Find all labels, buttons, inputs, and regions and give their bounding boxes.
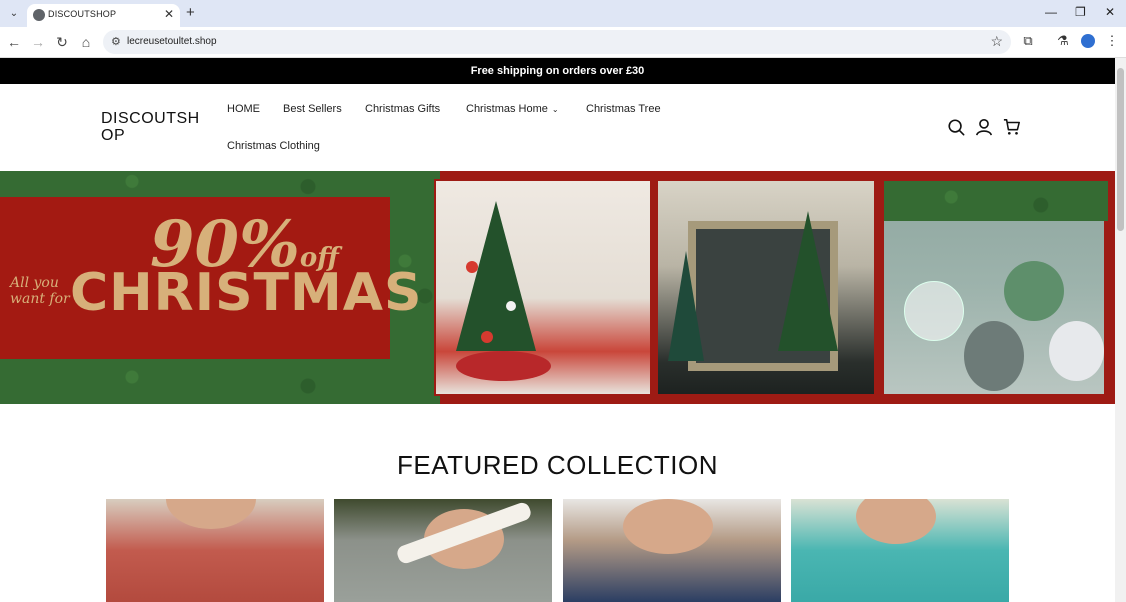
nav-home[interactable]: HOME (227, 103, 260, 115)
nav-christmas-tree[interactable]: Christmas Tree (586, 103, 661, 115)
ornament (466, 261, 478, 273)
ornament (964, 321, 1024, 391)
nav-christmas-home-label: Christmas Home (466, 103, 548, 115)
announcement-bar: Free shipping on orders over £30 (0, 58, 1115, 84)
new-tab-icon[interactable]: + (186, 4, 195, 21)
hero-photo-ornaments (882, 179, 1108, 396)
nav-best-sellers[interactable]: Best Sellers (283, 103, 342, 115)
url-text[interactable]: lecreusetoultet.shop (127, 36, 217, 47)
store-logo[interactable]: DISCOUTSHOP (101, 110, 206, 144)
browser-tab-bar: ⌄ DISCOUTSHOP ✕ + — ❐ ✕ (0, 0, 1126, 27)
nav-christmas-clothing[interactable]: Christmas Clothing (227, 140, 320, 152)
product-image (166, 499, 256, 529)
decor-tree (778, 211, 838, 351)
reload-icon[interactable]: ↻ (53, 34, 71, 51)
close-tab-icon[interactable]: ✕ (164, 7, 174, 21)
hero-banner[interactable]: 90%off CHRISTMAS All you want for (0, 171, 1115, 404)
product-card[interactable] (334, 499, 552, 602)
globe-icon (33, 9, 45, 21)
bookmark-star-icon[interactable]: ☆ (990, 33, 1003, 50)
tab-title: DISCOUTSHOP (48, 9, 117, 19)
browser-toolbar: ← → ↻ ⌂ ⚙ lecreusetoultet.shop ☆ ⧉ ⚗ ⋮ (0, 27, 1126, 58)
garland-top (0, 171, 440, 197)
scrollbar-thumb[interactable] (1117, 68, 1124, 231)
christmas-tree-graphic (456, 201, 536, 351)
hero-photo-mirror (656, 179, 876, 396)
home-icon[interactable]: ⌂ (77, 34, 95, 50)
search-icon[interactable] (947, 118, 965, 136)
nav-christmas-home[interactable]: Christmas Home ⌄ (466, 103, 559, 115)
featured-collection-title: FEATURED COLLECTION (396, 450, 719, 480)
hero-photo-tree (434, 179, 652, 396)
page-scrollbar[interactable] (1115, 58, 1126, 602)
ornament (1049, 321, 1104, 381)
tab-search-icon[interactable]: ⌄ (6, 6, 22, 22)
ornament (1004, 261, 1064, 321)
extensions-icon[interactable]: ⧉ (1019, 33, 1037, 49)
cart-icon[interactable] (1003, 118, 1021, 136)
minimize-icon[interactable]: — (1045, 5, 1057, 19)
account-icon[interactable] (975, 118, 993, 136)
site-header: DISCOUTSHOP HOME Best Sellers Christmas … (0, 84, 1115, 171)
address-bar[interactable]: ⚙ lecreusetoultet.shop ☆ (103, 30, 1011, 54)
browser-tab[interactable]: DISCOUTSHOP ✕ (27, 4, 180, 27)
ornament (904, 281, 964, 341)
product-image (623, 499, 713, 554)
labs-icon[interactable]: ⚗ (1054, 33, 1072, 49)
hero-headline: CHRISTMAS (70, 263, 423, 323)
ornament (506, 301, 516, 311)
tree-skirt (456, 351, 551, 381)
product-card[interactable] (791, 499, 1009, 602)
garland-branch (884, 181, 1108, 221)
product-card[interactable] (563, 499, 781, 602)
profile-avatar[interactable] (1081, 34, 1095, 48)
browser-menu-icon[interactable]: ⋮ (1103, 33, 1121, 49)
nav-christmas-gifts[interactable]: Christmas Gifts (365, 103, 440, 115)
close-window-icon[interactable]: ✕ (1105, 5, 1115, 19)
decor-tree (668, 251, 704, 361)
chevron-down-icon: ⌄ (551, 105, 559, 114)
site-info-icon[interactable]: ⚙ (111, 35, 121, 48)
product-image (856, 499, 936, 544)
product-card[interactable] (106, 499, 324, 602)
forward-icon[interactable]: → (29, 34, 47, 50)
restore-icon[interactable]: ❐ (1075, 5, 1086, 19)
hero-tagline: All you want for (10, 275, 70, 307)
back-icon[interactable]: ← (5, 34, 23, 50)
garland-bottom (0, 359, 440, 404)
ornament (481, 331, 493, 343)
